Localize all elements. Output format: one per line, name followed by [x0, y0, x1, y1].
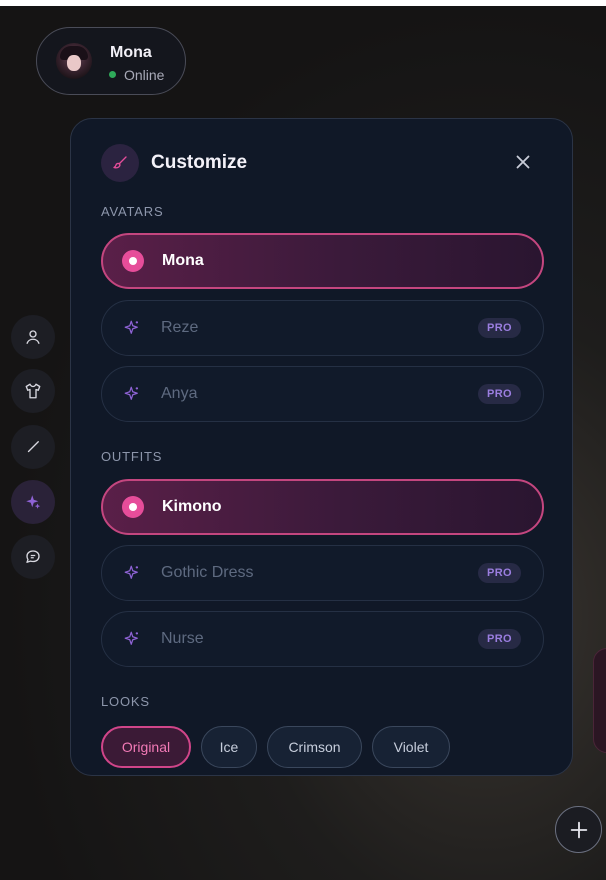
option-label: Gothic Dress [161, 564, 254, 581]
sparkle-icon [26, 495, 41, 509]
avatar [56, 43, 92, 79]
shirt-icon [25, 383, 41, 399]
outfit-option-nurse[interactable]: Nurse PRO [101, 611, 544, 667]
brush-icon [27, 441, 39, 453]
rail-chat-button[interactable] [11, 535, 55, 579]
profile-pill[interactable]: Mona Online [36, 27, 186, 95]
outfit-option-gothic-dress[interactable]: Gothic Dress PRO [101, 545, 544, 601]
rail-outfit-button[interactable] [11, 369, 55, 413]
rail-sparkle-button[interactable] [11, 480, 55, 524]
plus-icon [570, 821, 587, 838]
option-label: Nurse [161, 630, 204, 647]
selected-radio-icon [122, 250, 144, 272]
close-button[interactable] [512, 151, 534, 173]
profile-name: Mona [110, 44, 152, 61]
pro-badge: PRO [477, 563, 521, 583]
panel-title: Customize [151, 152, 248, 173]
look-chip-ice[interactable]: Ice [201, 726, 257, 768]
look-chip-original[interactable]: Original [101, 726, 191, 768]
partial-card [593, 648, 606, 753]
sparkle-icon [124, 320, 138, 334]
chat-icon [26, 550, 40, 563]
rail-brush-button[interactable] [11, 425, 55, 469]
option-label: Reze [161, 319, 199, 336]
option-label: Anya [161, 385, 198, 402]
outfits-section-label: OUTFITS [101, 449, 163, 464]
customize-panel: Customize AVATARS Mona Reze PRO Anya PRO… [70, 118, 573, 776]
look-chip-violet[interactable]: Violet [372, 726, 450, 768]
selected-radio-icon [122, 496, 144, 518]
looks-section-label: LOOKS [101, 694, 150, 709]
outfit-option-kimono[interactable]: Kimono [101, 479, 544, 535]
pro-badge: PRO [477, 384, 521, 404]
add-button[interactable] [555, 806, 602, 853]
paintbrush-icon [101, 144, 139, 182]
look-chip-crimson[interactable]: Crimson [267, 726, 362, 768]
option-label: Kimono [162, 498, 222, 515]
avatars-section-label: AVATARS [101, 204, 164, 219]
top-edge [0, 0, 606, 6]
rail-user-button[interactable] [11, 315, 55, 359]
avatar-option-reze[interactable]: Reze PRO [101, 300, 544, 356]
profile-status: Online [124, 67, 165, 83]
avatar-option-mona[interactable]: Mona [101, 233, 544, 289]
sparkle-icon [124, 386, 138, 400]
pro-badge: PRO [477, 318, 521, 338]
pro-badge: PRO [477, 629, 521, 649]
close-icon [516, 155, 530, 169]
avatar-option-anya[interactable]: Anya PRO [101, 366, 544, 422]
sparkle-icon [124, 631, 138, 645]
option-label: Mona [162, 252, 204, 269]
user-icon [26, 330, 40, 344]
sparkle-icon [124, 565, 138, 579]
